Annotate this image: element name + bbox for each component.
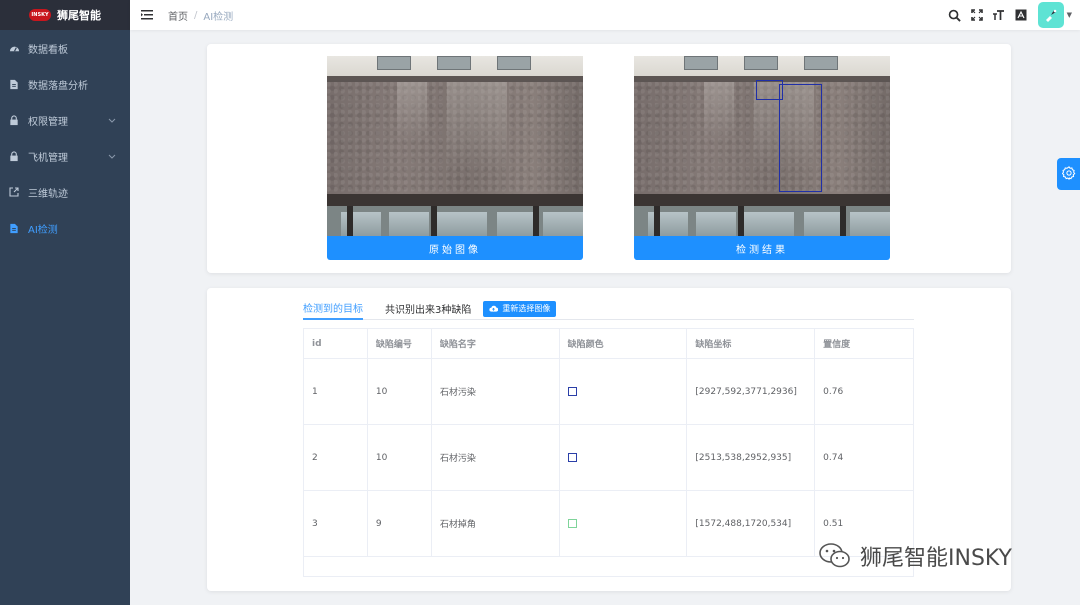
cell-coords: [2513,538,2952,935] [687, 425, 816, 491]
sidebar-item-label: AI检测 [28, 224, 58, 236]
cell-color [559, 425, 688, 491]
column-header[interactable]: 缺陷名字 [431, 329, 560, 359]
cell-id: 2 [304, 425, 368, 491]
column-header[interactable]: 缺陷坐标 [687, 329, 816, 359]
dashboard-icon [8, 42, 20, 54]
caret-down-icon[interactable]: ▼ [1067, 11, 1072, 19]
cell-name: 石材污染 [431, 359, 560, 425]
header-right-menu: ▼ [944, 0, 1072, 30]
color-swatch [567, 387, 577, 396]
cell-coords: [2927,592,3771,2936] [687, 359, 816, 425]
cell-confidence: 0.74 [815, 425, 914, 491]
cell-code: 9 [367, 491, 432, 557]
sidebar-item-label: 权限管理 [28, 116, 68, 128]
breadcrumb-current: AI检测 [203, 11, 234, 23]
logo-badge: INSKY [29, 9, 51, 21]
sidebar-item-permissions[interactable]: 权限管理 [0, 102, 130, 138]
lock-icon [8, 150, 20, 162]
reselect-image-button[interactable]: 重新选择图像 [483, 300, 557, 317]
chevron-down-icon [108, 152, 116, 161]
column-header[interactable]: 置信度 [815, 329, 914, 359]
translate-icon[interactable] [1014, 8, 1028, 22]
cell-coords: [1572,488,1720,534] [687, 491, 816, 557]
detection-box-1 [779, 84, 822, 192]
sidebar: INSKY 狮尾智能 数据看板 数据落盘分析 权限管理 飞机管理 三维轨迹 AI… [0, 0, 130, 605]
original-image [327, 56, 583, 236]
table-row[interactable]: 1 10 石材污染 [2927,592,3771,2936] 0.76 [304, 359, 914, 425]
document-icon [8, 222, 20, 234]
logo[interactable]: INSKY 狮尾智能 [0, 0, 130, 30]
original-image-panel: 原始图像 [327, 56, 583, 261]
sidebar-item-label: 数据看板 [28, 44, 68, 56]
watermark: 狮尾智能INSKY [818, 540, 1012, 572]
sidebar-item-label: 三维轨迹 [28, 188, 68, 200]
fullscreen-icon[interactable] [970, 8, 984, 22]
result-image-button[interactable]: 检测结果 [634, 236, 890, 260]
cell-color [559, 359, 688, 425]
sidebar-item-data-analysis[interactable]: 数据落盘分析 [0, 66, 130, 102]
result-image-panel: 检测结果 [634, 56, 890, 261]
top-navbar: 首页 / AI检测 ▼ [130, 0, 1080, 30]
gear-icon [1061, 165, 1076, 183]
sidebar-item-dashboard[interactable]: 数据看板 [0, 30, 130, 66]
chevron-down-icon [108, 116, 116, 125]
breadcrumb-home[interactable]: 首页 [168, 8, 188, 23]
column-header[interactable]: id [304, 329, 368, 359]
cell-name: 石材污染 [431, 425, 560, 491]
original-image-button[interactable]: 原始图像 [327, 236, 583, 260]
cell-id: 3 [304, 491, 368, 557]
cell-confidence: 0.76 [815, 359, 914, 425]
result-image [634, 56, 890, 236]
sidebar-item-aircraft[interactable]: 飞机管理 [0, 138, 130, 174]
search-icon[interactable] [948, 8, 962, 22]
defect-summary: 共识别出来3种缺陷 [385, 305, 472, 316]
cell-color [559, 491, 688, 557]
color-swatch [567, 453, 577, 462]
cell-code: 10 [367, 425, 432, 491]
document-icon [8, 78, 20, 90]
color-swatch [567, 519, 577, 528]
wechat-icon [818, 541, 852, 571]
external-link-icon [8, 186, 20, 198]
reselect-label: 重新选择图像 [502, 304, 551, 313]
tab-detected-targets[interactable]: 检测到的目标 [303, 298, 363, 320]
sidebar-item-3d-track[interactable]: 三维轨迹 [0, 174, 130, 210]
cell-id: 1 [304, 359, 368, 425]
image-compare-card: 原始图像 检测结果 [207, 44, 1011, 273]
logo-text: 狮尾智能 [57, 9, 101, 22]
watermark-text: 狮尾智能INSKY [860, 546, 1012, 571]
settings-float-button[interactable] [1057, 158, 1080, 190]
result-tabs: 检测到的目标 共识别出来3种缺陷 重新选择图像 [303, 298, 914, 320]
table-header-row: id 缺陷编号 缺陷名字 缺陷颜色 缺陷坐标 置信度 [304, 329, 914, 359]
column-header[interactable]: 缺陷编号 [367, 329, 432, 359]
table-row[interactable]: 2 10 石材污染 [2513,538,2952,935] 0.74 [304, 425, 914, 491]
avatar[interactable] [1037, 2, 1064, 28]
sidebar-item-label: 数据落盘分析 [28, 80, 88, 92]
breadcrumb-separator: / [194, 9, 198, 21]
upload-cloud-icon [489, 305, 499, 312]
sidebar-item-ai-detection[interactable]: AI检测 [0, 210, 130, 246]
lock-icon [8, 114, 20, 126]
breadcrumb: 首页 / AI检测 [168, 8, 233, 23]
cell-name: 石材掉角 [431, 491, 560, 557]
font-size-icon[interactable] [992, 8, 1006, 22]
column-header[interactable]: 缺陷颜色 [559, 329, 688, 359]
sidebar-item-label: 飞机管理 [28, 152, 68, 164]
cell-code: 10 [367, 359, 432, 425]
detection-box-2 [756, 80, 783, 100]
hamburger-icon[interactable] [140, 8, 154, 22]
